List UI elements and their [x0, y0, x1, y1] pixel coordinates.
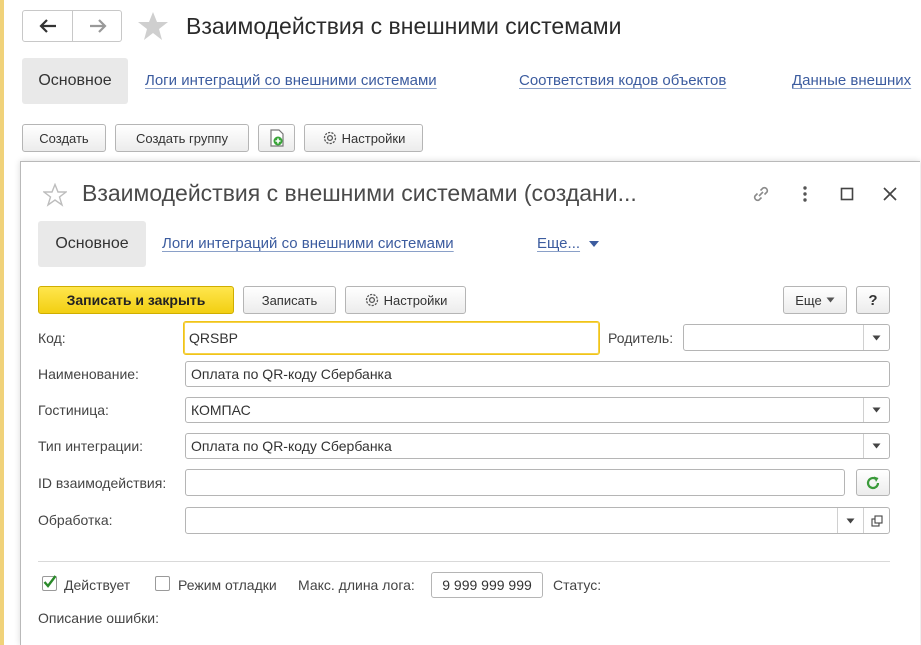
- favorite-star-icon[interactable]: [137, 11, 169, 41]
- processing-open-button[interactable]: [863, 508, 889, 533]
- active-label: Действует: [64, 577, 131, 593]
- interaction-id-input[interactable]: [185, 469, 845, 496]
- refresh-id-button[interactable]: [856, 469, 890, 496]
- more-vertical-icon[interactable]: [799, 184, 811, 207]
- name-value: Оплата по QR-коду Сбербанка: [191, 366, 392, 382]
- save-and-close-label: Записать и закрыть: [66, 292, 206, 308]
- tab-object-code-mapping[interactable]: Соответствия кодов объектов: [519, 72, 726, 89]
- form-tab-more-label: Еще...: [537, 235, 581, 252]
- max-log-length-label: Макс. длина лога:: [298, 577, 415, 593]
- triangle-down-icon: [872, 443, 881, 449]
- create-group-button[interactable]: Создать группу: [115, 124, 249, 152]
- tab-external-data[interactable]: Данные внешних: [792, 72, 911, 89]
- form-tab-main[interactable]: Основное: [38, 221, 146, 267]
- integration-type-select[interactable]: Оплата по QR-коду Сбербанка: [185, 433, 890, 459]
- forward-button[interactable]: [73, 11, 122, 41]
- debug-mode-checkbox[interactable]: [155, 576, 170, 591]
- arrow-right-icon: [89, 19, 107, 33]
- refresh-icon: [866, 476, 880, 489]
- left-edge-strip: [0, 0, 4, 645]
- save-and-close-button[interactable]: Записать и закрыть: [38, 286, 234, 314]
- form-tab-more[interactable]: Еще...: [537, 235, 600, 252]
- form-divider: [38, 561, 890, 562]
- gear-icon: [323, 131, 336, 145]
- triangle-down-icon: [872, 407, 881, 413]
- code-input[interactable]: QRSBP: [183, 321, 600, 355]
- hotel-dropdown-button[interactable]: [863, 398, 889, 422]
- help-button[interactable]: ?: [856, 286, 890, 314]
- create-button[interactable]: Создать: [22, 124, 106, 152]
- name-input[interactable]: Оплата по QR-коду Сбербанка: [185, 361, 890, 387]
- nav-buttons: [22, 10, 122, 42]
- close-icon[interactable]: [880, 184, 900, 207]
- active-checkbox[interactable]: [42, 575, 57, 591]
- create-copy-button[interactable]: [258, 124, 295, 152]
- create-button-label: Создать: [39, 130, 89, 146]
- triangle-down-icon: [589, 240, 600, 247]
- form-favorite-star-icon[interactable]: [41, 182, 69, 210]
- more-actions-button[interactable]: Еще: [783, 286, 847, 314]
- tab-integration-logs[interactable]: Логи интеграций со внешними системами: [145, 72, 437, 89]
- integration-type-dropdown-button[interactable]: [863, 434, 889, 458]
- form-settings-button[interactable]: Настройки: [345, 286, 466, 314]
- status-label: Статус:: [553, 577, 602, 593]
- error-description-label: Описание ошибки:: [38, 610, 159, 626]
- back-button[interactable]: [23, 11, 73, 41]
- processing-label: Обработка:: [38, 512, 113, 528]
- link-icon[interactable]: [749, 182, 773, 209]
- more-actions-label: Еще: [795, 292, 822, 308]
- help-button-label: ?: [868, 291, 878, 309]
- tab-main[interactable]: Основное: [22, 58, 128, 104]
- parent-label: Родитель:: [608, 330, 674, 346]
- max-log-length-input[interactable]: 9 999 999 999: [431, 572, 543, 598]
- max-log-length-value: 9 999 999 999: [442, 577, 532, 593]
- save-button[interactable]: Записать: [243, 286, 336, 314]
- hotel-label: Гостиница:: [38, 402, 109, 418]
- create-group-button-label: Создать группу: [136, 130, 228, 146]
- checkmark-icon: [43, 575, 57, 588]
- integration-type-value: Оплата по QR-коду Сбербанка: [191, 438, 392, 454]
- settings-button[interactable]: Настройки: [304, 124, 423, 152]
- hotel-value: КОМПАС: [191, 402, 251, 418]
- triangle-down-icon: [846, 518, 855, 523]
- open-window-icon: [870, 514, 883, 527]
- settings-button-label: Настройки: [341, 130, 406, 146]
- parent-select[interactable]: [683, 324, 890, 351]
- gear-icon: [365, 293, 378, 307]
- interaction-id-label: ID взаимодействия:: [38, 475, 167, 491]
- debug-mode-label: Режим отладки: [178, 577, 277, 593]
- arrow-left-icon: [38, 19, 56, 33]
- integration-type-label: Тип интеграции:: [38, 438, 144, 454]
- triangle-down-icon: [826, 297, 835, 303]
- name-label: Наименование:: [38, 366, 139, 382]
- form-title: Взаимодействия с внешними системами (соз…: [82, 180, 637, 206]
- form-tab-integration-logs[interactable]: Логи интеграций со внешними системами: [162, 235, 454, 252]
- save-button-label: Записать: [261, 292, 318, 308]
- add-document-icon: [269, 129, 284, 147]
- triangle-down-icon: [872, 335, 881, 340]
- maximize-icon[interactable]: [838, 185, 856, 206]
- code-value: QRSBP: [189, 330, 239, 346]
- processing-select[interactable]: [185, 507, 890, 534]
- form-settings-label: Настройки: [383, 292, 448, 308]
- code-label: Код:: [38, 330, 66, 346]
- processing-dropdown-button[interactable]: [837, 508, 863, 533]
- page-title: Взаимодействия с внешними системами: [186, 13, 622, 39]
- parent-dropdown-button[interactable]: [863, 325, 889, 350]
- hotel-select[interactable]: КОМПАС: [185, 397, 890, 423]
